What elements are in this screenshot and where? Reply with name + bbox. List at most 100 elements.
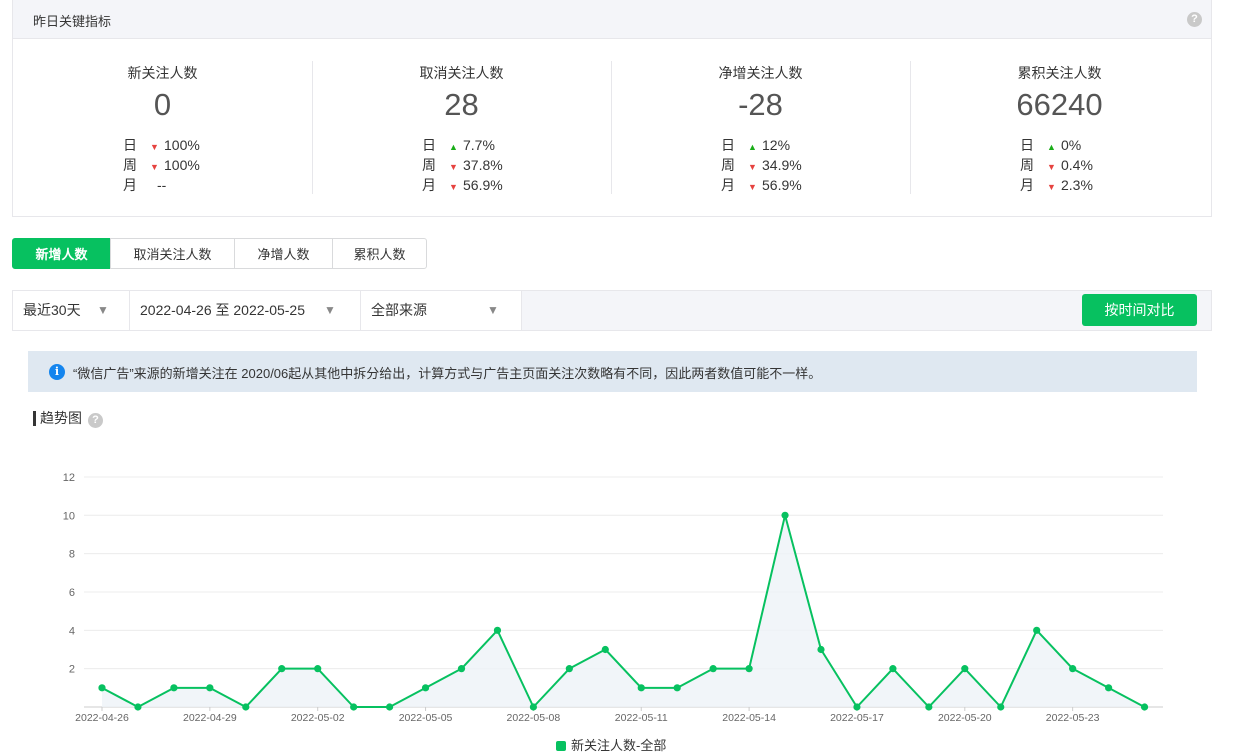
trend-title: 趋势图 — [33, 411, 82, 426]
kpi-value: 28 — [444, 87, 479, 122]
comparison-period: 月 — [123, 177, 137, 193]
comparison-row: 日 ▲ 0% — [1020, 135, 1093, 155]
arrow-down-icon: ▼ — [1047, 162, 1056, 172]
legend-label: 新关注人数-全部 — [571, 738, 667, 753]
tab-1[interactable]: 取消关注人数 — [110, 238, 235, 269]
arrow-down-icon: ▼ — [748, 182, 757, 192]
data-point — [565, 665, 573, 673]
chevron-down-icon: ▼ — [324, 303, 336, 317]
data-point — [386, 703, 394, 711]
notice-text: “微信广告”来源的新增关注在 2020/06起从其他中拆分给出，计算方式与广告主… — [73, 366, 822, 381]
date-range-value: 2022-04-26 至 2022-05-25 — [140, 302, 306, 318]
y-tick-label: 10 — [63, 510, 75, 522]
kpi-item: 取消关注人数 28 日 ▲ 7.7% 周 ▼ 37.8% 月 ▼ 56.9% — [312, 38, 611, 216]
y-tick-label: 2 — [69, 664, 75, 676]
trend-help-icon[interactable]: ? — [88, 413, 103, 428]
x-tick-label: 2022-05-17 — [830, 712, 884, 724]
data-point — [781, 511, 789, 519]
comparison-period: 日 — [422, 137, 436, 153]
kpi-value: 66240 — [1016, 87, 1103, 122]
data-point — [817, 645, 825, 654]
y-tick-label: 12 — [63, 472, 75, 484]
data-point — [637, 684, 645, 692]
data-point — [853, 703, 861, 711]
arrow-up-icon: ▲ — [1047, 142, 1056, 152]
help-icon[interactable]: ? — [1187, 12, 1202, 27]
info-icon: i — [49, 364, 65, 380]
comparison-row: 日 ▲ 7.7% — [422, 135, 503, 155]
kpi-label: 取消关注人数 — [419, 65, 504, 81]
comparison-period: 周 — [1020, 157, 1034, 173]
period-select[interactable]: 最近30天 ▼ — [13, 291, 130, 330]
kpi-comparisons: 日 ▲ 0% 周 ▼ 0.4% 月 ▼ 2.3% — [1020, 135, 1093, 195]
y-tick-label: 4 — [69, 625, 75, 637]
data-point — [350, 703, 358, 711]
comparison-period: 周 — [123, 157, 137, 173]
kpi-item: 累积关注人数 66240 日 ▲ 0% 周 ▼ 0.4% 月 ▼ 2.3% — [910, 38, 1209, 216]
data-point — [1033, 626, 1041, 634]
source-select-value: 全部来源 — [371, 302, 427, 318]
arrow-down-icon: ▼ — [748, 162, 757, 172]
series-area — [102, 515, 1145, 707]
comparison-period: 月 — [1020, 177, 1034, 193]
comparison-value: 100% — [164, 157, 200, 173]
comparison-row: 月 -- — [123, 175, 200, 195]
kpi-comparisons: 日 ▼ 100% 周 ▼ 100% 月 -- — [123, 135, 200, 195]
chart-legend[interactable]: 新关注人数-全部 — [556, 737, 666, 754]
data-point — [1105, 684, 1113, 692]
y-tick-label: 8 — [69, 549, 75, 561]
key-metrics-card: 昨日关键指标 ? 新关注人数 0 日 ▼ 100% 周 ▼ 100% 月 -- 取消关注人数 28 日 ▲… — [12, 0, 1212, 217]
kpi-item: 新关注人数 0 日 ▼ 100% 周 ▼ 100% 月 -- — [13, 38, 312, 216]
comparison-period: 月 — [422, 177, 436, 193]
comparison-row: 月 ▼ 2.3% — [1020, 175, 1093, 195]
card-header: 昨日关键指标 ? — [13, 0, 1211, 39]
card-title: 昨日关键指标 — [33, 14, 112, 29]
tab-2[interactable]: 净增人数 — [234, 238, 333, 269]
x-tick-label: 2022-05-08 — [507, 712, 561, 724]
comparison-period: 日 — [721, 137, 735, 153]
source-select[interactable]: 全部来源 ▼ — [361, 291, 522, 330]
data-point — [242, 703, 250, 711]
comparison-period: 日 — [123, 137, 137, 153]
data-point — [925, 703, 933, 711]
arrow-down-icon: ▼ — [150, 142, 159, 152]
data-point — [889, 665, 897, 673]
data-point — [529, 703, 538, 711]
metric-tabs: 新增人数 取消关注人数 净增人数 累积人数 — [12, 238, 427, 269]
kpi-value: -28 — [738, 87, 783, 122]
comparison-period: 日 — [1020, 137, 1034, 153]
date-range-picker[interactable]: 2022-04-26 至 2022-05-25 ▼ — [130, 291, 361, 330]
arrow-down-icon: ▼ — [150, 162, 159, 172]
tab-0[interactable]: 新增人数 — [12, 238, 111, 269]
trend-title-text: 趋势图 — [40, 410, 82, 426]
arrow-down-icon: ▼ — [449, 162, 458, 172]
comparison-row: 日 ▲ 12% — [721, 135, 802, 155]
x-tick-label: 2022-04-26 — [75, 712, 129, 724]
tab-3[interactable]: 累积人数 — [332, 238, 427, 269]
x-tick-label: 2022-05-02 — [291, 712, 345, 724]
info-notice: i “微信广告”来源的新增关注在 2020/06起从其他中拆分给出，计算方式与广… — [28, 351, 1197, 392]
data-point — [206, 684, 214, 692]
comparison-value: 37.8% — [463, 157, 503, 173]
comparison-value: 56.9% — [762, 177, 802, 193]
comparison-value: 56.9% — [463, 177, 503, 193]
comparison-period: 周 — [422, 157, 436, 173]
x-tick-label: 2022-05-20 — [938, 712, 992, 724]
arrow-down-icon: ▼ — [449, 182, 458, 192]
period-select-value: 最近30天 — [23, 302, 81, 318]
arrow-up-icon: ▲ — [748, 142, 757, 152]
comparison-value: 12% — [762, 137, 791, 153]
data-point — [134, 703, 142, 711]
compare-by-time-button[interactable]: 按时间对比 — [1082, 294, 1197, 326]
y-tick-label: 6 — [69, 587, 75, 599]
comparison-row: 日 ▼ 100% — [123, 135, 200, 155]
data-point — [457, 665, 466, 673]
data-point — [278, 665, 286, 673]
kpi-item: 净增关注人数 -28 日 ▲ 12% 周 ▼ 34.9% 月 ▼ 56.9% — [611, 38, 910, 216]
comparison-row: 周 ▼ 100% — [123, 155, 200, 175]
comparison-row: 周 ▼ 34.9% — [721, 155, 802, 175]
arrow-up-icon: ▲ — [449, 142, 458, 152]
trend-chart: 2 4 6 8 10 12 2022-04-26 2022-04-29 2022-05-02 20… — [63, 472, 1163, 724]
comparison-row: 周 ▼ 0.4% — [1020, 155, 1093, 175]
x-tick-label: 2022-04-29 — [183, 712, 237, 724]
